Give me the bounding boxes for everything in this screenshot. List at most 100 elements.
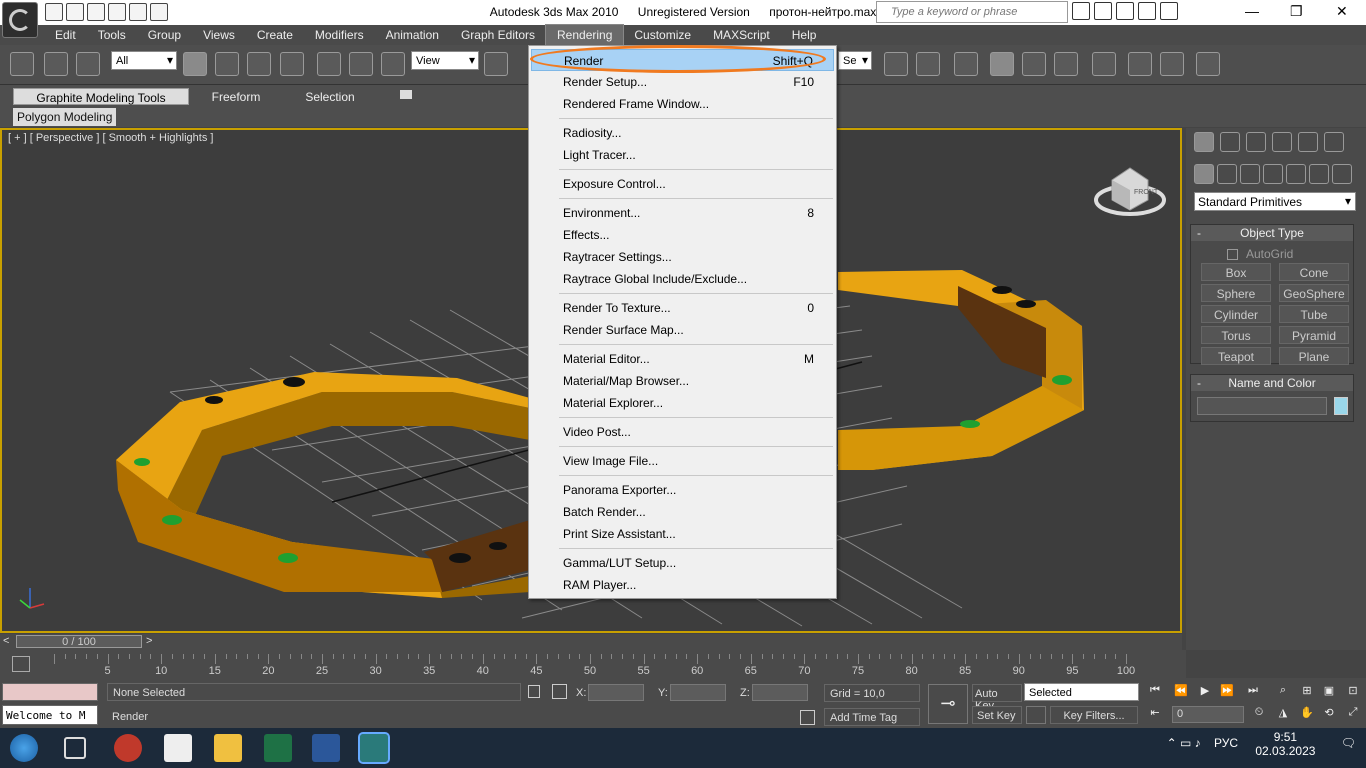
- default-tangent-icon[interactable]: [1026, 706, 1046, 724]
- menu-item-effects[interactable]: Effects...: [531, 224, 834, 246]
- teapot-button[interactable]: Teapot: [1201, 347, 1271, 365]
- maximize-button[interactable]: ❐: [1290, 3, 1303, 20]
- layer-manager-icon[interactable]: [954, 52, 978, 76]
- ribbon-options-icon[interactable]: [400, 90, 412, 99]
- menu-item-render-setup[interactable]: Render Setup... F10: [531, 71, 834, 93]
- menu-rendering[interactable]: Rendering: [544, 24, 625, 46]
- help-icon[interactable]: [1160, 2, 1178, 20]
- menu-customize[interactable]: Customize: [623, 25, 702, 45]
- autogrid-checkbox[interactable]: AutoGrid: [1227, 247, 1293, 261]
- maxscript-listener-input[interactable]: [2, 683, 98, 701]
- bind-space-warp-icon[interactable]: [76, 52, 100, 76]
- tab-graphite-modeling-tools[interactable]: Graphite Modeling Tools: [13, 88, 189, 105]
- menu-item-render-surface-map[interactable]: Render Surface Map...: [531, 319, 834, 341]
- link-icon[interactable]: [10, 52, 34, 76]
- modify-tab-icon[interactable]: [1220, 132, 1240, 152]
- time-next-button[interactable]: >: [146, 635, 152, 647]
- save-icon[interactable]: [87, 3, 105, 21]
- current-frame-input[interactable]: 0: [1172, 706, 1244, 723]
- clock-date[interactable]: 02.03.2023: [1255, 744, 1315, 758]
- zoom-extents-all-icon[interactable]: ⊡: [1344, 684, 1362, 700]
- menu-tools[interactable]: Tools: [87, 25, 137, 45]
- x-coord-input[interactable]: [588, 684, 644, 701]
- previous-frame-icon[interactable]: ⏪: [1172, 684, 1190, 700]
- tools-icon[interactable]: [1094, 2, 1112, 20]
- star-icon[interactable]: [1138, 2, 1156, 20]
- zoom-extents-icon[interactable]: ▣: [1320, 684, 1338, 700]
- viewport-label[interactable]: [ + ] [ Perspective ] [ Smooth + Highlig…: [8, 132, 213, 144]
- word-icon[interactable]: [312, 734, 340, 762]
- maxscript-output[interactable]: Welcome to M: [2, 705, 98, 725]
- tab-selection[interactable]: Selection: [290, 88, 370, 105]
- reference-coordinate-dropdown[interactable]: View: [411, 51, 479, 70]
- menu-edit[interactable]: Edit: [44, 25, 87, 45]
- menu-item-view-image-file[interactable]: View Image File...: [531, 450, 834, 472]
- time-prev-button[interactable]: <: [3, 635, 9, 647]
- menu-item-exposure-control[interactable]: Exposure Control...: [531, 173, 834, 195]
- absolute-mode-icon[interactable]: [552, 684, 567, 699]
- search-input[interactable]: Type a keyword or phrase: [876, 1, 1068, 23]
- create-tab-icon[interactable]: [1194, 132, 1214, 152]
- menu-item-raytracer-settings[interactable]: Raytracer Settings...: [531, 246, 834, 268]
- menu-group[interactable]: Group: [137, 25, 192, 45]
- cylinder-button[interactable]: Cylinder: [1201, 305, 1271, 323]
- auto-key-button[interactable]: Auto Key: [972, 684, 1022, 712]
- menu-item-material-explorer[interactable]: Material Explorer...: [531, 392, 834, 414]
- tab-freeform[interactable]: Freeform: [196, 88, 276, 105]
- menu-views[interactable]: Views: [192, 25, 246, 45]
- move-icon[interactable]: [317, 52, 341, 76]
- menu-item-print-size-assistant[interactable]: Print Size Assistant...: [531, 523, 834, 545]
- select-by-name-icon[interactable]: [215, 52, 239, 76]
- key-filters-button[interactable]: Key Filters...: [1050, 706, 1138, 724]
- file-explorer-icon[interactable]: [214, 734, 242, 762]
- systems-icon[interactable]: [1332, 164, 1352, 184]
- menu-maxscript[interactable]: MAXScript: [702, 25, 781, 45]
- play-icon[interactable]: ▶: [1196, 684, 1214, 700]
- select-object-icon[interactable]: [183, 52, 207, 76]
- language-indicator[interactable]: РУС: [1214, 736, 1238, 750]
- go-to-end-icon[interactable]: ⏭: [1244, 684, 1262, 700]
- open-file-icon[interactable]: [66, 3, 84, 21]
- object-color-swatch[interactable]: [1334, 397, 1348, 415]
- notification-icon[interactable]: 🗨: [1341, 736, 1356, 750]
- frame-ruler[interactable]: 5 10 15 20 25 30 35 40 45 50 55 60 65 70 75 80 85 90 95 100: [54, 654, 1182, 677]
- shapes-icon[interactable]: [1217, 164, 1237, 184]
- application-button-icon[interactable]: [2, 2, 38, 38]
- mini-curve-editor-icon[interactable]: [12, 656, 30, 672]
- torus-button[interactable]: Torus: [1201, 326, 1271, 344]
- curve-editor-icon[interactable]: [1022, 52, 1046, 76]
- align-icon[interactable]: [916, 52, 940, 76]
- excel-icon[interactable]: [264, 734, 292, 762]
- cameras-icon[interactable]: [1263, 164, 1283, 184]
- motion-tab-icon[interactable]: [1272, 132, 1292, 152]
- menu-item-render[interactable]: Render Shift+Q: [531, 49, 834, 71]
- key-mode-toggle-icon[interactable]: ⇤: [1146, 706, 1164, 722]
- primitive-category-dropdown[interactable]: Standard Primitives: [1194, 192, 1356, 211]
- schematic-view-icon[interactable]: [1054, 52, 1078, 76]
- set-key-button[interactable]: Set Key: [972, 706, 1022, 724]
- geosphere-button[interactable]: GeoSphere: [1279, 284, 1349, 302]
- field-of-view-icon[interactable]: ◮: [1274, 706, 1292, 722]
- minimize-button[interactable]: —: [1245, 3, 1259, 19]
- tube-button[interactable]: Tube: [1279, 305, 1349, 323]
- unlink-icon[interactable]: [44, 52, 68, 76]
- box-button[interactable]: Box: [1201, 263, 1271, 281]
- time-tag-icon[interactable]: [800, 710, 815, 725]
- time-slider-thumb[interactable]: 0 / 100: [16, 635, 142, 648]
- selection-filter-dropdown[interactable]: All: [111, 51, 177, 70]
- helpers-icon[interactable]: [1286, 164, 1306, 184]
- 3dsmax-taskbar-icon[interactable]: [358, 732, 390, 764]
- set-key-icon[interactable]: ⊸: [928, 684, 968, 724]
- menu-item-radiosity[interactable]: Radiosity...: [531, 122, 834, 144]
- lights-icon[interactable]: [1240, 164, 1260, 184]
- menu-help[interactable]: Help: [781, 25, 828, 45]
- redo-icon[interactable]: [129, 3, 147, 21]
- scale-icon[interactable]: [381, 52, 405, 76]
- maximize-viewport-icon[interactable]: ⤢: [1344, 706, 1362, 722]
- menu-item-ram-player[interactable]: RAM Player...: [531, 574, 834, 596]
- go-to-start-icon[interactable]: ⏮: [1146, 684, 1164, 700]
- rendered-frame-icon[interactable]: [1160, 52, 1184, 76]
- menu-item-raytrace-global-include-exclude[interactable]: Raytrace Global Include/Exclude...: [531, 268, 834, 290]
- connection-icon[interactable]: [1116, 2, 1134, 20]
- start-button-icon[interactable]: [10, 734, 38, 762]
